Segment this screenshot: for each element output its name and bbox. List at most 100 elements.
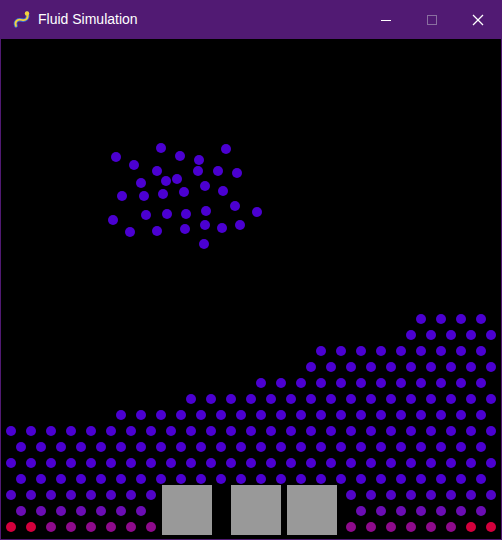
particle (276, 474, 286, 484)
title-bar[interactable]: Fluid Simulation (1, 0, 501, 39)
particle (456, 506, 466, 516)
particle (56, 506, 66, 516)
particle (218, 186, 228, 196)
particle (436, 314, 446, 324)
particle (108, 215, 118, 225)
particle (316, 474, 326, 484)
particle (316, 442, 326, 452)
particle (26, 522, 36, 532)
particle (406, 458, 416, 468)
close-icon (472, 14, 484, 26)
particle (376, 474, 386, 484)
particle (256, 442, 266, 452)
particle (266, 458, 276, 468)
particle (456, 346, 466, 356)
particle (386, 458, 396, 468)
window-title: Fluid Simulation (38, 9, 138, 30)
particle (436, 506, 446, 516)
particle (86, 426, 96, 436)
particle (86, 522, 96, 532)
particle (146, 522, 156, 532)
particle (76, 506, 86, 516)
particle (236, 442, 246, 452)
particle (406, 522, 416, 532)
particle (486, 458, 496, 468)
particle (336, 346, 346, 356)
particle (486, 330, 496, 340)
particle (106, 458, 116, 468)
particle (426, 330, 436, 340)
maximize-icon (426, 14, 438, 26)
particle (176, 474, 186, 484)
particle (36, 442, 46, 452)
particle (316, 346, 326, 356)
particle (466, 490, 476, 500)
particle (446, 394, 456, 404)
minimize-button[interactable] (363, 0, 409, 39)
particle (376, 410, 386, 420)
particle (126, 490, 136, 500)
particle (156, 143, 166, 153)
particle (436, 442, 446, 452)
particle (86, 458, 96, 468)
particle (200, 181, 210, 191)
particle (201, 206, 211, 216)
particle (436, 346, 446, 356)
particle (406, 426, 416, 436)
particle (256, 474, 266, 484)
minimize-icon (380, 14, 392, 26)
particle (196, 442, 206, 452)
particle (46, 522, 56, 532)
particle (286, 394, 296, 404)
particle (111, 152, 121, 162)
particle (486, 522, 496, 532)
particle (336, 474, 346, 484)
particle (396, 506, 406, 516)
obstacle (162, 485, 212, 535)
particle (106, 426, 116, 436)
particle (456, 314, 466, 324)
particle (406, 490, 416, 500)
particle (286, 426, 296, 436)
particle (466, 458, 476, 468)
particle (466, 330, 476, 340)
close-button[interactable] (455, 0, 501, 39)
particle (376, 506, 386, 516)
particle (396, 346, 406, 356)
particle (366, 426, 376, 436)
particle (36, 474, 46, 484)
particle (296, 474, 306, 484)
particle (346, 490, 356, 500)
particle (146, 458, 156, 468)
particle (466, 426, 476, 436)
particle (346, 522, 356, 532)
particle (296, 442, 306, 452)
particle (446, 362, 456, 372)
particle (346, 426, 356, 436)
particle (246, 458, 256, 468)
particle (306, 394, 316, 404)
particle (46, 490, 56, 500)
particle (221, 144, 231, 154)
particle (256, 378, 266, 388)
particle (152, 226, 162, 236)
particle (476, 506, 486, 516)
window-controls (363, 0, 501, 39)
obstacle (231, 485, 281, 535)
simulation-canvas[interactable] (1, 39, 501, 539)
particle (416, 346, 426, 356)
particle (166, 426, 176, 436)
particle (162, 209, 172, 219)
particle (193, 166, 203, 176)
particle (156, 442, 166, 452)
particle (16, 474, 26, 484)
app-window: Fluid Simulation (0, 0, 502, 540)
particle (146, 490, 156, 500)
particle (6, 426, 16, 436)
particle (446, 426, 456, 436)
particle (446, 458, 456, 468)
particle (226, 458, 236, 468)
particle (486, 394, 496, 404)
particle (266, 394, 276, 404)
particle (176, 410, 186, 420)
